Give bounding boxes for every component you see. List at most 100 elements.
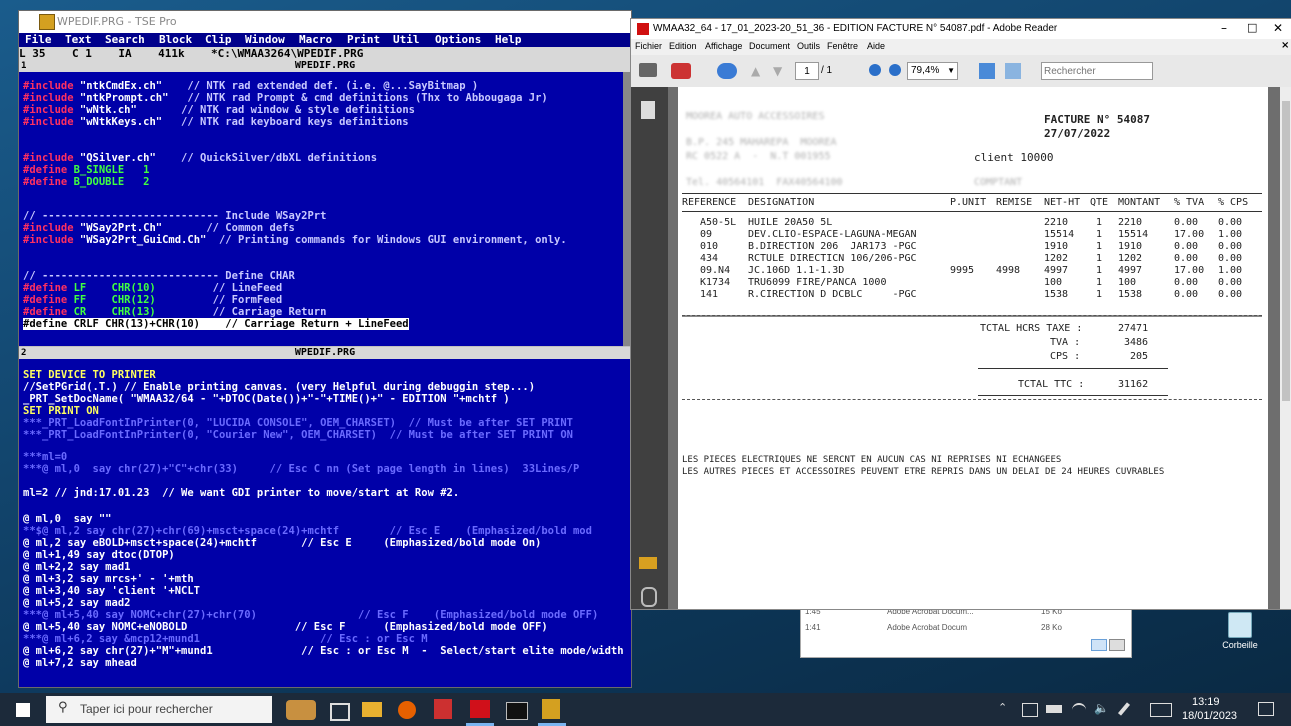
code-line[interactable]: #define B_SINGLE 1 (23, 164, 149, 176)
pdf-menu-aide[interactable]: Aide (867, 41, 885, 51)
pdf-document-view[interactable]: MOOREA AUTO ACCESSOIRES B.P. 245 MAHAREP… (668, 87, 1280, 609)
comments-icon[interactable] (639, 557, 657, 569)
code-line[interactable]: ***_PRT_LoadFontInPrinter(0, "LUCIDA CON… (23, 417, 573, 429)
tray-wifi-icon[interactable] (1072, 703, 1086, 717)
tse-editor-window[interactable]: WPEDIF.PRG - TSE Pro File Text Search Bl… (18, 10, 632, 688)
menu-util[interactable]: Util (393, 33, 420, 46)
zoom-select[interactable]: 79,4% ▼ (907, 62, 958, 80)
code-line[interactable]: @ ml+3,2 say mrcs+' - '+mth (23, 573, 194, 585)
fit-width-icon[interactable] (979, 63, 995, 79)
menu-search[interactable]: Search (105, 33, 145, 46)
page-down-icon[interactable]: ▼ (773, 64, 782, 78)
page-number-input[interactable] (795, 62, 819, 80)
code-line[interactable]: #include "wNtkKeys.ch" // NTK rad keyboa… (23, 116, 409, 128)
code-line[interactable]: //SetPGrid(.T.) // Enable printing canva… (23, 381, 535, 393)
pdf-scrollbar[interactable] (1280, 87, 1291, 609)
view-tiles-icon[interactable] (1109, 639, 1125, 651)
code-line[interactable]: SET PRINT ON (23, 405, 99, 417)
clock-time[interactable]: 13:19 (1192, 696, 1220, 708)
clock-date[interactable]: 18/01/2023 (1182, 710, 1237, 722)
code-line[interactable]: #include "ntkPrompt.ch" // NTK rad Promp… (23, 92, 548, 104)
firefox-icon[interactable] (398, 701, 416, 719)
pane-2-header[interactable]: WPEDIF.PRG (19, 347, 631, 359)
terminal-icon[interactable] (506, 702, 528, 720)
pdf-menu-document[interactable]: Document (749, 41, 790, 51)
code-line[interactable]: @ ml+7,2 say mhead (23, 657, 137, 669)
adobe-reader-window[interactable]: WMAA32_64 - 17_01_2023-20_51_36 - EDITIO… (630, 18, 1291, 610)
minimize-button[interactable]: – (1221, 21, 1227, 35)
code-line[interactable]: @ ml,0 say "" (23, 513, 112, 525)
pages-icon[interactable] (641, 101, 655, 119)
windows-start-icon[interactable] (16, 703, 30, 717)
tray-volume-icon[interactable]: 🔈 (1094, 701, 1109, 715)
notification-icon[interactable] (1258, 702, 1274, 716)
tray-keyboard-icon[interactable] (1150, 703, 1172, 717)
pdf-menu-edition[interactable]: Edition (669, 41, 697, 51)
code-line[interactable]: #define B_DOUBLE 2 (23, 176, 149, 188)
collaborate-icon[interactable] (717, 63, 737, 79)
acrobat-icon[interactable] (470, 700, 490, 718)
code-line[interactable]: @ ml+2,2 say mad1 (23, 561, 130, 573)
menu-text[interactable]: Text (65, 33, 92, 46)
code-line[interactable]: #include "QSilver.ch" // QuickSilver/dbX… (23, 152, 377, 164)
zoom-in-icon[interactable] (889, 64, 901, 76)
file-explorer-icon[interactable] (362, 702, 382, 717)
menu-file[interactable]: File (25, 33, 52, 46)
menu-help[interactable]: Help (495, 33, 522, 46)
taskbar-search[interactable]: ⚲ Taper ici pour rechercher (46, 696, 272, 723)
pane-1-header[interactable]: WPEDIF.PRG (19, 60, 631, 72)
tse-app-taskbar-icon[interactable] (542, 699, 560, 719)
code-line[interactable]: #include "WSay2Prt_GuiCmd.Ch" // Printin… (23, 234, 567, 246)
fit-page-icon[interactable] (1005, 63, 1021, 79)
code-line[interactable]: **$@ ml,2 say chr(27)+chr(69)+msct+space… (23, 525, 592, 537)
code-line[interactable]: @ ml+5,40 say NOMC+eNOBOLD // Esc F (Emp… (23, 621, 548, 633)
code-line[interactable]: #include "WSay2Prt.Ch" // Common defs (23, 222, 295, 234)
pdf-titlebar[interactable]: WMAA32_64 - 17_01_2023-20_51_36 - EDITIO… (631, 19, 1291, 39)
pdf-menu-fenetre[interactable]: Fenêtre (827, 41, 858, 51)
code-line[interactable]: @ ml+3,40 say 'client '+NCLT (23, 585, 200, 597)
menu-clip[interactable]: Clip (205, 33, 232, 46)
tse-titlebar[interactable]: WPEDIF.PRG - TSE Pro (19, 11, 631, 33)
close-button[interactable]: ✕ (1273, 21, 1283, 35)
code-line[interactable]: #define LF CHR(10) // LineFeed (23, 282, 282, 294)
close-document-icon[interactable]: × (1281, 40, 1289, 51)
print-icon[interactable] (639, 63, 657, 77)
code-line[interactable]: ***_PRT_LoadFontInPrinter(0, "Courier Ne… (23, 429, 573, 441)
maximize-button[interactable]: □ (1247, 21, 1257, 34)
tray-pen-icon[interactable] (1117, 702, 1131, 716)
pdf-search-input[interactable] (1041, 62, 1153, 80)
editor-pane-2[interactable]: WPEDIF.PRG 2 SET DEVICE TO PRINTER//SetP… (19, 347, 631, 687)
code-line[interactable]: ***@ ml,0 say chr(27)+"C"+chr(33) // Esc… (23, 463, 579, 475)
tray-network-icon[interactable] (1022, 703, 1038, 717)
code-line[interactable]: #include "wNtk.ch" // NTK rad window & s… (23, 104, 415, 116)
code-line[interactable]: @ ml,2 say eBOLD+msct+space(24)+mchtf //… (23, 537, 541, 549)
code-line[interactable]: // ---------------------------- Include … (23, 210, 326, 222)
code-line[interactable]: SET DEVICE TO PRINTER (23, 369, 156, 381)
code-line[interactable]: @ ml+1,49 say dtoc(DTOP) (23, 549, 175, 561)
code-line[interactable]: ***@ ml+5,40 say NOMC+chr(27)+chr(70) //… (23, 609, 598, 621)
ntk-app-icon[interactable] (434, 699, 452, 719)
page-up-icon[interactable]: ▲ (751, 64, 760, 78)
code-line[interactable]: // ---------------------------- Define C… (23, 270, 295, 282)
tray-battery-icon[interactable] (1046, 705, 1062, 713)
pdf-menu-fichier[interactable]: Fichier (635, 41, 662, 51)
editor-pane-1[interactable]: WPEDIF.PRG 1 #include "ntkCmdEx.ch" // N… (19, 60, 631, 346)
pdf-menu-affichage[interactable]: Affichage (705, 41, 742, 51)
code-line[interactable]: @ ml+5,2 say mad2 (23, 597, 130, 609)
zoom-out-icon[interactable] (869, 64, 881, 76)
cortana-icon[interactable] (286, 700, 316, 720)
menu-block[interactable]: Block (159, 33, 192, 46)
code-line[interactable]: #include "ntkCmdEx.ch" // NTK rad extend… (23, 80, 478, 92)
code-line[interactable]: #define FF CHR(12) // FormFeed (23, 294, 282, 306)
code-line[interactable]: ***ml=0 (23, 451, 67, 463)
chevron-up-icon[interactable]: ⌃ (998, 701, 1007, 714)
menu-macro[interactable]: Macro (299, 33, 332, 46)
view-details-icon[interactable] (1091, 639, 1107, 651)
pdf-menu-outils[interactable]: Outils (797, 41, 820, 51)
code-line[interactable]: _PRT_SetDocName( "WMAA32/64 - "+DTOC(Dat… (23, 393, 510, 405)
code-line[interactable]: @ ml+6,2 say chr(27)+"M"+mund1 // Esc : … (23, 645, 631, 657)
recycle-bin[interactable]: Corbeille (1212, 610, 1268, 658)
task-view-icon[interactable] (330, 703, 350, 721)
explorer-row[interactable]: 1:41 (805, 623, 821, 632)
menu-options[interactable]: Options (435, 33, 481, 46)
